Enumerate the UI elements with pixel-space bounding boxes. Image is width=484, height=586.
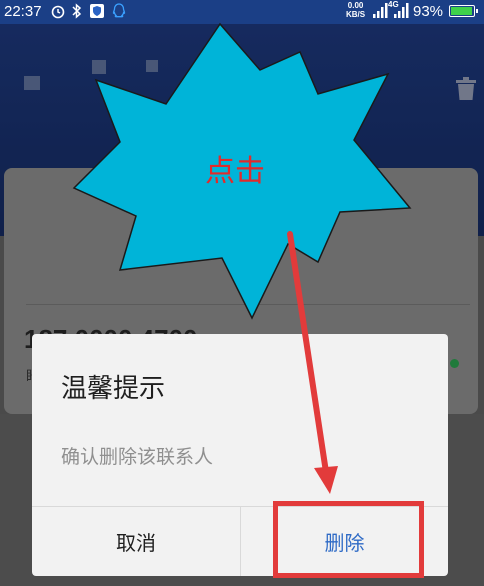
arrow-head	[314, 466, 338, 494]
pointer-arrow	[287, 231, 329, 475]
callout-text: 点击	[205, 154, 265, 189]
delete-highlight	[273, 501, 424, 578]
annotation-overlay	[72, 22, 412, 494]
